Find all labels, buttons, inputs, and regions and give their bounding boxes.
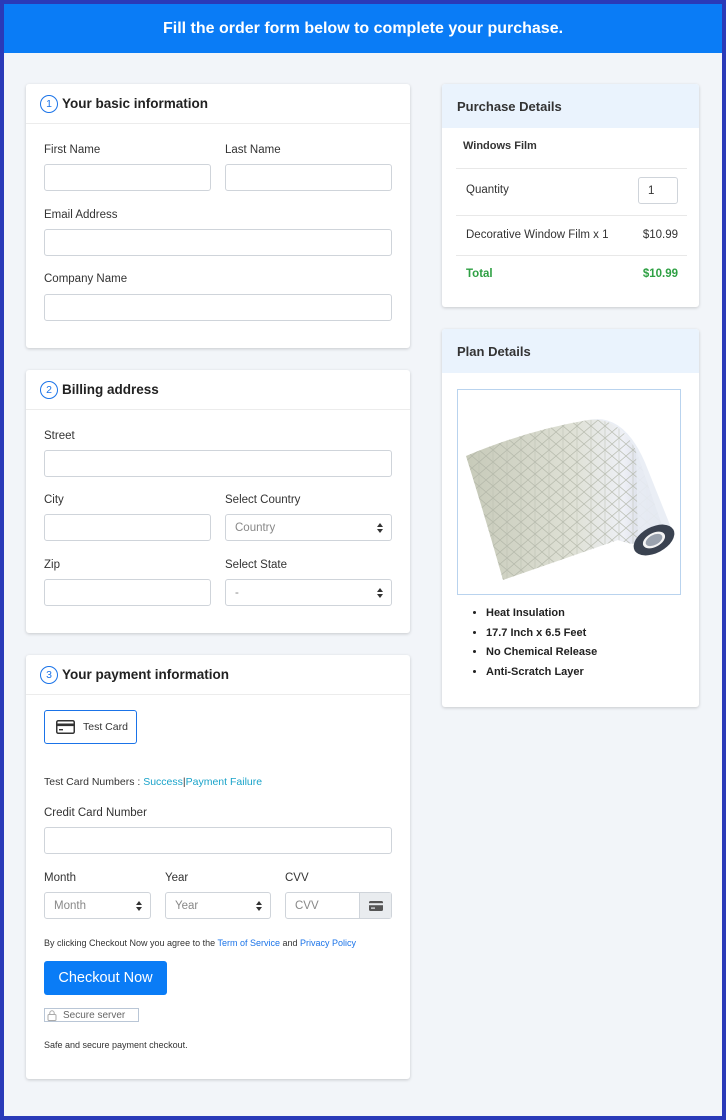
plan-feature-list: Heat Insulation 17.7 Inch x 6.5 Feet No … (486, 607, 597, 686)
total-value: $10.99 (642, 268, 678, 280)
divider (456, 168, 687, 169)
first-name-label: First Name (44, 144, 101, 156)
payment-title: Your payment information (62, 667, 230, 682)
test-card-option[interactable]: Test Card (44, 710, 137, 744)
product-image (457, 389, 681, 595)
quantity-value: 1 (648, 184, 655, 197)
lock-icon (47, 1009, 57, 1021)
plan-feature: 17.7 Inch x 6.5 Feet (486, 627, 597, 647)
terms-of-service-link[interactable]: Term of Service (217, 938, 280, 948)
success-link[interactable]: Success (143, 776, 183, 788)
line-item-name: Decorative Window Film x 1 (466, 229, 609, 241)
month-select[interactable]: Month (44, 892, 151, 919)
test-card-label: Test Card (83, 721, 128, 733)
basic-info-card: 1 Your basic information First Name Last… (26, 84, 410, 348)
line-item-price: $10.99 (642, 229, 678, 241)
payment-card: 3 Your payment information Test Card Tes… (26, 655, 410, 1079)
cvv-input[interactable]: CVV (285, 892, 392, 919)
cvv-placeholder: CVV (295, 899, 319, 912)
billing-title: Billing address (62, 382, 159, 397)
purchase-details-title: Purchase Details (457, 98, 562, 114)
last-name-input[interactable] (225, 164, 392, 191)
street-input[interactable] (44, 450, 392, 477)
plan-feature: Heat Insulation (486, 607, 597, 627)
street-label: Street (44, 430, 75, 442)
terms-prefix: By clicking Checkout Now you agree to th… (44, 938, 216, 948)
basic-info-title: Your basic information (62, 96, 209, 111)
zip-label: Zip (44, 559, 60, 571)
email-input[interactable] (44, 229, 392, 256)
privacy-policy-link[interactable]: Privacy Policy (300, 938, 356, 948)
divider (456, 255, 687, 256)
secure-server-label: Secure server (63, 1009, 126, 1021)
purchase-details-card: Purchase Details Windows Film Quantity 1… (442, 84, 699, 307)
billing-card: 2 Billing address Street City Select Cou… (26, 370, 410, 633)
cc-number-label: Credit Card Number (44, 807, 147, 819)
plan-feature: No Chemical Release (486, 646, 597, 666)
email-label: Email Address (44, 209, 118, 221)
secure-server-badge: Secure server (44, 1008, 139, 1022)
city-input[interactable] (44, 514, 211, 541)
page-banner: Fill the order form below to complete yo… (4, 4, 722, 53)
terms-text: By clicking Checkout Now you agree to th… (44, 938, 356, 948)
test-numbers-label: Test Card Numbers : (44, 776, 141, 788)
month-select-value: Month (54, 899, 86, 912)
quantity-label: Quantity (466, 184, 509, 196)
company-label: Company Name (44, 273, 128, 285)
checkout-button-label: Checkout Now (58, 970, 153, 986)
step-number-3: 3 (40, 665, 58, 684)
year-select[interactable]: Year (165, 892, 271, 919)
state-select-value: - (235, 586, 239, 599)
state-label: Select State (225, 559, 288, 571)
divider (456, 215, 687, 216)
step-number-1: 1 (40, 94, 58, 113)
plan-details-card: Plan Details • Heat Insulation • 17.7 In… (442, 329, 699, 707)
card-icon (368, 900, 383, 911)
secure-note: Safe and secure payment checkout. (44, 1040, 188, 1050)
cvv-addon (359, 893, 391, 918)
total-label: Total (466, 268, 493, 280)
city-label: City (44, 494, 64, 506)
month-label: Month (44, 872, 76, 884)
country-select-value: Country (235, 521, 276, 534)
payment-header: 3 Your payment information (26, 655, 410, 695)
banner-text: Fill the order form below to complete yo… (162, 19, 564, 37)
purchase-details-header: Purchase Details (442, 84, 699, 128)
page-frame: Fill the order form below to complete yo… (4, 4, 722, 1116)
company-input[interactable] (44, 294, 392, 321)
billing-header: 2 Billing address (26, 370, 410, 410)
basic-info-header: 1 Your basic information (26, 84, 410, 124)
test-card-numbers: Test Card Numbers : Success|Payment Fail… (44, 776, 262, 788)
plan-details-title: Plan Details (457, 343, 531, 359)
country-select[interactable]: Country (225, 514, 392, 541)
credit-card-icon (56, 720, 75, 734)
plan-feature: Anti-Scratch Layer (486, 666, 597, 686)
state-select[interactable]: - (225, 579, 392, 606)
first-name-input[interactable] (44, 164, 211, 191)
payment-failure-link[interactable]: Payment Failure (186, 776, 262, 788)
plan-details-header: Plan Details (442, 329, 699, 373)
zip-input[interactable] (44, 579, 211, 606)
product-name: Windows Film (463, 140, 537, 152)
year-select-value: Year (175, 899, 199, 912)
step-number-2: 2 (40, 380, 58, 399)
country-label: Select Country (225, 494, 301, 506)
year-label: Year (165, 872, 189, 884)
cc-number-input[interactable] (44, 827, 392, 854)
window-film-roll-image (466, 419, 675, 580)
terms-and: and (282, 938, 298, 948)
cvv-label: CVV (285, 872, 309, 884)
checkout-button[interactable]: Checkout Now (44, 961, 167, 995)
last-name-label: Last Name (225, 144, 281, 156)
quantity-input[interactable]: 1 (638, 177, 678, 204)
